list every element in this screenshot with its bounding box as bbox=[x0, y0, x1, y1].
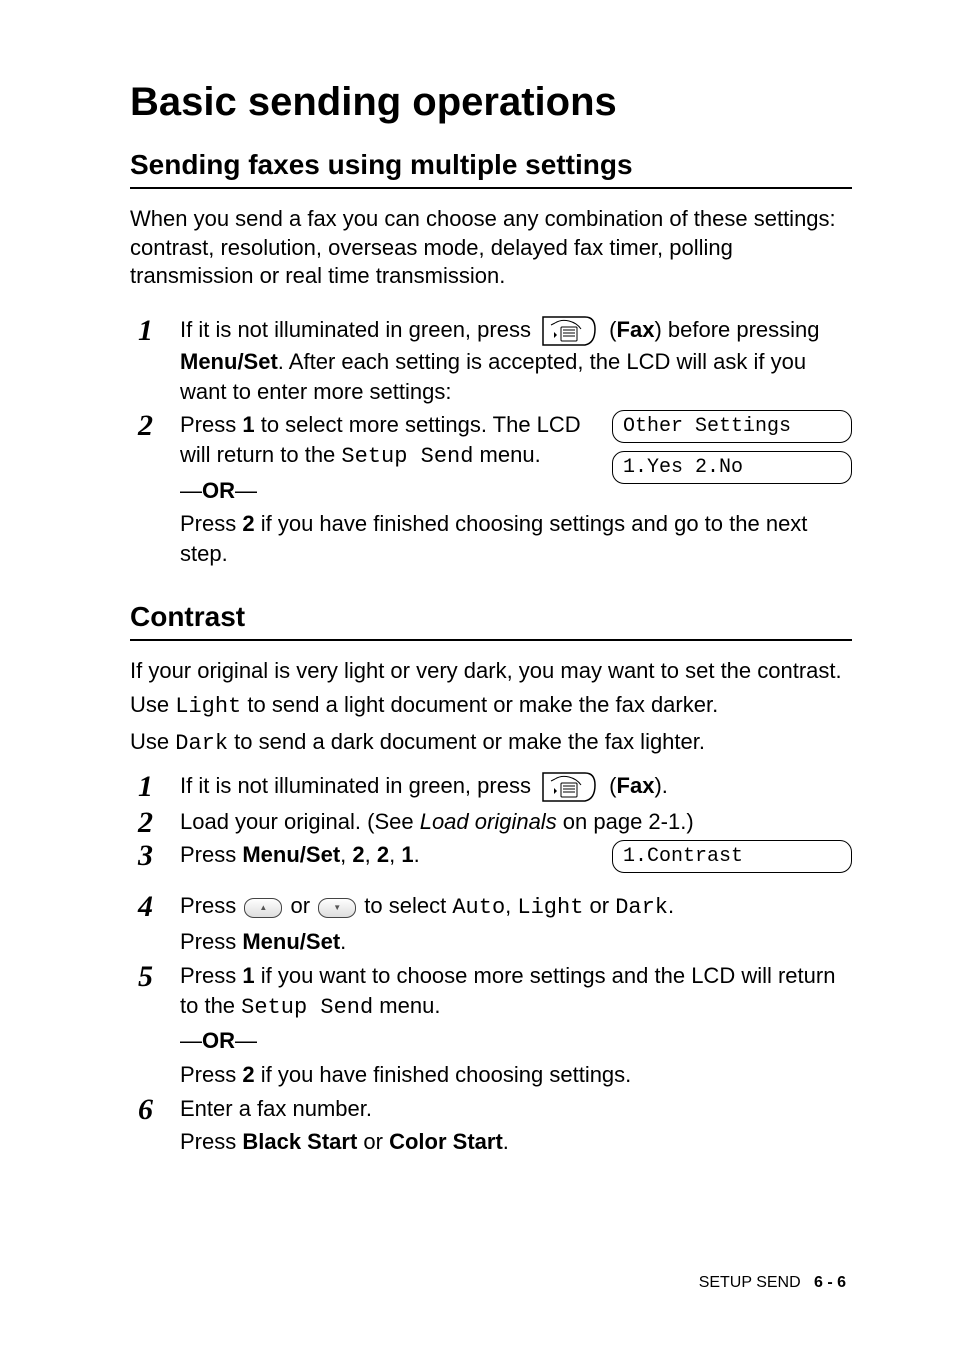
key-1: 1 bbox=[242, 963, 254, 988]
text: Press bbox=[180, 929, 242, 954]
key-2: 2 bbox=[377, 842, 389, 867]
text: Press bbox=[180, 511, 242, 536]
page-title: Basic sending operations bbox=[130, 80, 852, 125]
light-mono: Light bbox=[517, 895, 583, 920]
step-number: 6 bbox=[138, 1090, 153, 1131]
fax-label: Fax bbox=[617, 317, 655, 342]
step-number: 1 bbox=[138, 767, 153, 808]
lcd-display-group: 1.Contrast bbox=[612, 840, 852, 881]
text: , bbox=[389, 842, 401, 867]
contrast-para3: Use Dark to send a dark document or make… bbox=[130, 728, 852, 759]
key-2: 2 bbox=[242, 1062, 254, 1087]
text: Load your original. (See bbox=[180, 809, 420, 834]
step-number: 4 bbox=[138, 887, 153, 928]
setup-send-mono: Setup Send bbox=[341, 444, 473, 469]
text: on page 2-1.) bbox=[557, 809, 694, 834]
text: Press bbox=[180, 963, 242, 988]
lcd-display-other-settings: Other Settings bbox=[612, 410, 852, 443]
text: or bbox=[583, 893, 615, 918]
text: or bbox=[290, 893, 316, 918]
step1-text-post1: ) before pressing bbox=[654, 317, 819, 342]
step-5: 5 Press 1 if you want to choose more set… bbox=[130, 961, 852, 1090]
text: , bbox=[505, 893, 517, 918]
menu-set-label: Menu/Set bbox=[180, 349, 278, 374]
footer-label: SETUP SEND bbox=[699, 1274, 801, 1291]
lcd-display-group: Other Settings 1.Yes 2.No bbox=[612, 410, 852, 492]
text: if you have finished choosing settings. bbox=[255, 1062, 632, 1087]
section-heading-contrast: Contrast bbox=[130, 601, 852, 633]
down-arrow-icon bbox=[318, 898, 356, 918]
step-6: 6 Enter a fax number. Press Black Start … bbox=[130, 1094, 852, 1157]
contrast-para1: If your original is very light or very d… bbox=[130, 657, 852, 686]
load-originals-link[interactable]: Load originals bbox=[420, 809, 557, 834]
text: ). bbox=[654, 773, 667, 798]
text: Use bbox=[130, 729, 175, 754]
key-1: 1 bbox=[242, 412, 254, 437]
up-arrow-icon bbox=[244, 898, 282, 918]
lcd-display-contrast: 1.Contrast bbox=[612, 840, 852, 873]
text: Press bbox=[180, 1062, 242, 1087]
text: . bbox=[414, 842, 420, 867]
step-2: 2 Load your original. (See Load original… bbox=[130, 807, 852, 837]
text: Press bbox=[180, 1129, 242, 1154]
contrast-para2: Use Light to send a light document or ma… bbox=[130, 691, 852, 722]
text: . bbox=[668, 893, 674, 918]
step-2: 2 Other Settings 1.Yes 2.No Press 1 to s… bbox=[130, 410, 852, 572]
menu-set-label: Menu/Set bbox=[242, 842, 340, 867]
color-start-label: Color Start bbox=[389, 1129, 503, 1154]
text: . bbox=[340, 929, 346, 954]
step-number: 2 bbox=[138, 406, 153, 447]
text: Press bbox=[180, 412, 242, 437]
or-label: OR bbox=[202, 1028, 235, 1053]
text: , bbox=[365, 842, 377, 867]
text: to send a dark document or make the fax … bbox=[228, 729, 705, 754]
dark-mono: Dark bbox=[175, 731, 228, 756]
footer-page-number: 6 - 6 bbox=[814, 1274, 846, 1291]
step1-text-pre: If it is not illuminated in green, press bbox=[180, 317, 537, 342]
text: Press bbox=[180, 893, 242, 918]
lcd-display-yes-no: 1.Yes 2.No bbox=[612, 451, 852, 484]
menu-set-label: Menu/Set bbox=[242, 929, 340, 954]
fax-icon bbox=[541, 315, 599, 347]
fax-icon bbox=[541, 771, 599, 803]
key-1: 1 bbox=[401, 842, 413, 867]
text: to select bbox=[364, 893, 452, 918]
text: menu. bbox=[373, 993, 440, 1018]
intro-paragraph: When you send a fax you can choose any c… bbox=[130, 205, 852, 291]
step-number: 3 bbox=[138, 836, 153, 877]
auto-mono: Auto bbox=[452, 895, 505, 920]
light-mono: Light bbox=[175, 694, 241, 719]
steps-contrast: 1 If it is not illuminated in green, pre… bbox=[130, 771, 852, 1157]
key-2: 2 bbox=[242, 511, 254, 536]
section-rule bbox=[130, 639, 852, 641]
step-4: 4 Press or to select Auto, Light or Dark… bbox=[130, 891, 852, 956]
text: Enter a fax number. bbox=[180, 1094, 852, 1124]
setup-send-mono: Setup Send bbox=[241, 995, 373, 1020]
step-number: 5 bbox=[138, 957, 153, 998]
fax-label: Fax bbox=[617, 773, 655, 798]
step-1: 1 If it is not illuminated in green, pre… bbox=[130, 315, 852, 407]
text: If it is not illuminated in green, press bbox=[180, 773, 537, 798]
text: if you have finished choosing settings a… bbox=[180, 511, 807, 566]
text: . bbox=[503, 1129, 509, 1154]
text: to send a light document or make the fax… bbox=[241, 692, 718, 717]
text: Press bbox=[180, 842, 242, 867]
section-rule bbox=[130, 187, 852, 189]
step-number: 1 bbox=[138, 311, 153, 352]
text: menu. bbox=[473, 442, 540, 467]
section-heading-sending: Sending faxes using multiple settings bbox=[130, 149, 852, 181]
black-start-label: Black Start bbox=[242, 1129, 357, 1154]
text: , bbox=[340, 842, 352, 867]
step-3: 3 1.Contrast Press Menu/Set, 2, 2, 1. bbox=[130, 840, 852, 887]
key-2: 2 bbox=[352, 842, 364, 867]
steps-section1: 1 If it is not illuminated in green, pre… bbox=[130, 315, 852, 573]
step-1: 1 If it is not illuminated in green, pre… bbox=[130, 771, 852, 803]
text: Use bbox=[130, 692, 175, 717]
text: or bbox=[357, 1129, 389, 1154]
page-footer: SETUP SEND 6 - 6 bbox=[699, 1274, 846, 1292]
or-label: OR bbox=[202, 478, 235, 503]
dark-mono: Dark bbox=[615, 895, 668, 920]
